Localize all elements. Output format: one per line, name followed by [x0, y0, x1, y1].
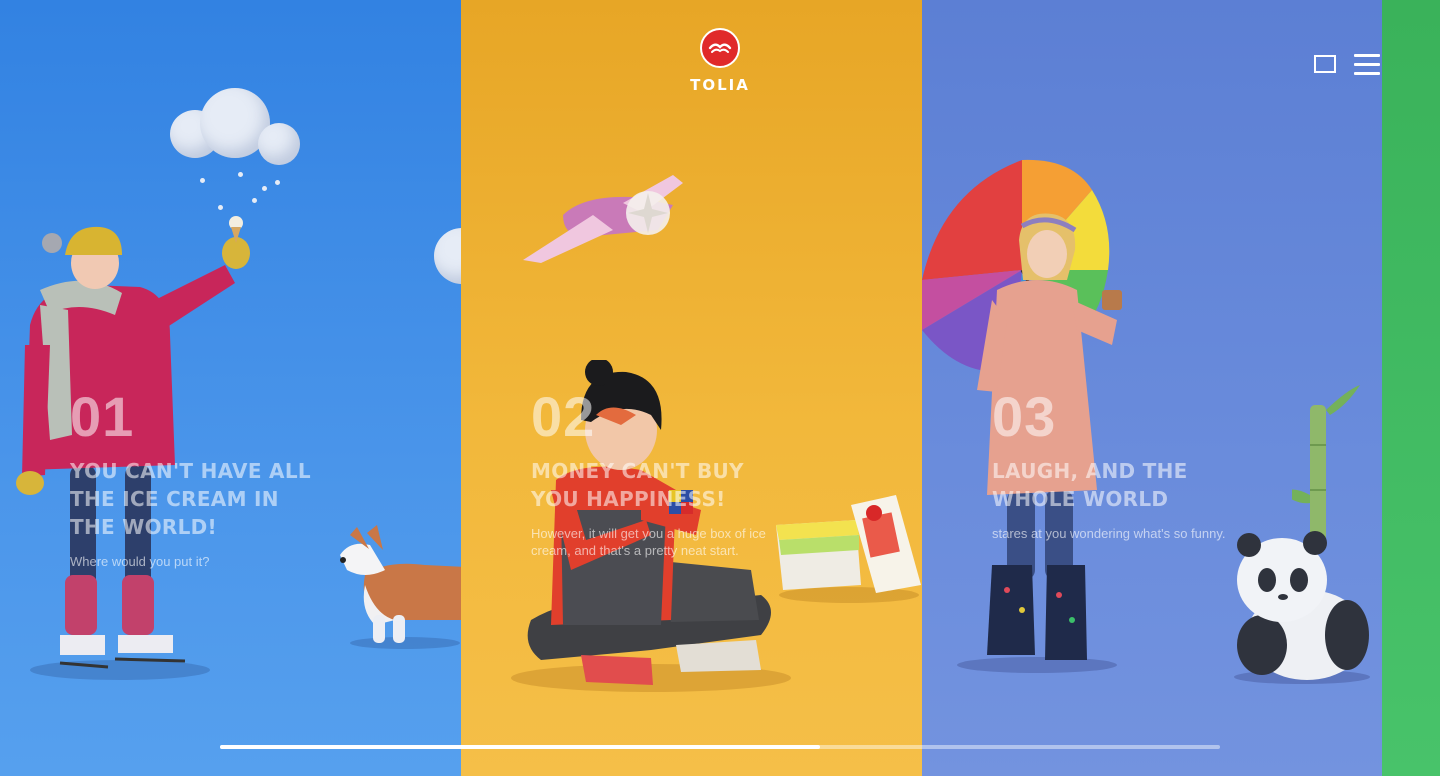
slide-title: MONEY CAN'T BUY YOU HAPPINESS! — [531, 459, 744, 511]
square-outline-icon[interactable] — [1314, 55, 1336, 73]
panda-illustration — [1234, 531, 1370, 684]
slide-02[interactable]: 02 MONEY CAN'T BUY YOU HAPPINESS! Howeve… — [461, 0, 922, 776]
slide-description: stares at you wondering what's so funny. — [992, 526, 1226, 541]
brand-name: TOLIA — [690, 76, 750, 94]
slide-03-text: 03 LAUGH, AND THE WHOLE WORLD stares at … — [992, 385, 1252, 542]
slide-title: LAUGH, AND THE WHOLE WORLD — [992, 459, 1188, 511]
cloud-illustration-2 — [434, 228, 461, 284]
slide-number: 02 — [531, 385, 596, 448]
slide-01[interactable]: 01 YOU CAN'T HAVE ALL THE ICE CREAM IN T… — [0, 0, 461, 776]
bird-logo-icon — [700, 28, 740, 68]
ice-cream-box-illustration — [776, 495, 921, 603]
corgi-illustration — [340, 525, 461, 649]
slide-03[interactable]: 03 LAUGH, AND THE WHOLE WORLD stares at … — [922, 0, 1382, 776]
slide-title: YOU CAN'T HAVE ALL THE ICE CREAM IN THE … — [70, 459, 311, 539]
hamburger-menu-icon[interactable] — [1354, 52, 1380, 76]
slide-04-partial[interactable] — [1382, 0, 1440, 776]
brand-logo[interactable]: TOLIA — [680, 28, 760, 94]
slide-02-text: 02 MONEY CAN'T BUY YOU HAPPINESS! Howeve… — [531, 385, 791, 559]
cloud-illustration — [170, 88, 305, 168]
toy-plane-illustration — [523, 175, 683, 263]
slide-number: 01 — [70, 385, 135, 448]
top-controls — [1314, 52, 1380, 76]
slide-01-text: 01 YOU CAN'T HAVE ALL THE ICE CREAM IN T… — [70, 385, 330, 570]
slide-description: Where would you put it? — [70, 554, 210, 569]
slider-progress-bar[interactable] — [220, 745, 1220, 749]
slide-description: However, it will get you a huge box of i… — [531, 526, 766, 558]
slider-progress-fill — [220, 745, 820, 749]
bamboo-illustration — [1292, 385, 1360, 545]
carousel-stage: 01 YOU CAN'T HAVE ALL THE ICE CREAM IN T… — [0, 0, 1440, 776]
slide-number: 03 — [992, 385, 1057, 448]
